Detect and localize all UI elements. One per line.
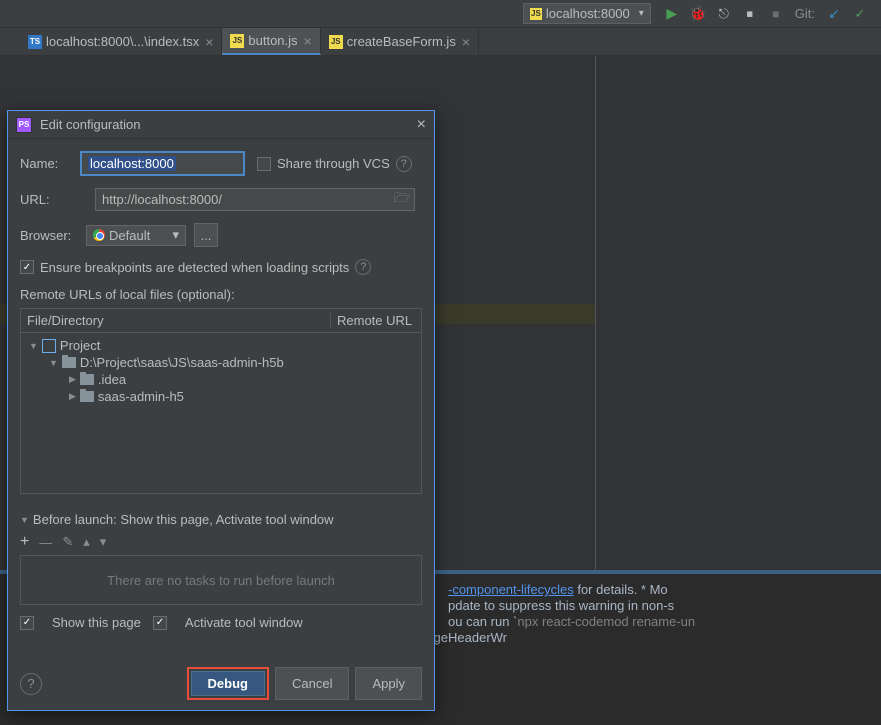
add-task-icon[interactable]: + <box>20 533 29 551</box>
share-label: Share through VCS <box>277 156 390 171</box>
run-icon[interactable]: ▶ <box>661 3 683 25</box>
move-down-icon: ▾ <box>100 534 107 550</box>
chrome-icon <box>93 229 105 241</box>
remove-task-icon: — <box>39 535 52 550</box>
url-input[interactable]: http://localhost:8000/ 🗁 <box>95 188 415 211</box>
tab-label: localhost:8000\...\index.tsx <box>46 34 199 49</box>
browser-select[interactable]: Default <box>86 225 186 246</box>
coverage-icon[interactable]: ⎋ <box>713 3 735 25</box>
show-page-checkbox[interactable]: ✓ <box>20 616 34 630</box>
debug-button[interactable]: Debug <box>191 671 265 696</box>
expand-icon[interactable]: ▼ <box>20 515 29 525</box>
git-label: Git: <box>795 6 815 21</box>
tsx-icon: TS <box>28 35 42 49</box>
stop-icon: ■ <box>765 3 787 25</box>
share-checkbox[interactable] <box>257 157 271 171</box>
browser-label: Browser: <box>20 228 80 243</box>
help-button[interactable]: ? <box>20 673 42 695</box>
expand-icon[interactable]: ▶ <box>69 374 76 385</box>
js-icon: JS <box>329 35 343 49</box>
run-config-selector[interactable]: JS localhost:8000 <box>523 3 651 24</box>
browse-icon[interactable]: 🗁 <box>394 189 410 211</box>
tab-label: button.js <box>248 33 297 48</box>
tab-createbaseform-js[interactable]: JS createBaseForm.js × <box>321 28 479 55</box>
remote-urls-tree: File/Directory Remote URL ▼ Project ▼ D:… <box>20 308 422 494</box>
activate-window-checkbox[interactable]: ✓ <box>153 616 167 630</box>
cancel-button[interactable]: Cancel <box>275 667 349 700</box>
dialog-titlebar[interactable]: PS Edit configuration × <box>8 111 434 139</box>
editor-tabs: TS localhost:8000\...\index.tsx × JS but… <box>0 28 881 56</box>
edit-configuration-dialog: PS Edit configuration × Name: localhost:… <box>7 110 435 711</box>
url-label: URL: <box>20 192 95 207</box>
help-icon[interactable]: ? <box>396 156 412 172</box>
expand-icon[interactable]: ▶ <box>69 391 76 402</box>
tree-row-path[interactable]: ▼ D:\Project\saas\JS\saas-admin-h5b <box>25 354 417 371</box>
close-icon[interactable]: × <box>205 34 213 50</box>
tree-header-file[interactable]: File/Directory <box>21 313 331 328</box>
tab-button-js[interactable]: JS button.js × <box>222 28 320 55</box>
dialog-title-text: Edit configuration <box>40 117 140 132</box>
js-icon: JS <box>530 8 542 20</box>
tree-row-saas[interactable]: ▶ saas-admin-h5 <box>25 388 417 405</box>
close-icon[interactable]: × <box>304 33 312 49</box>
git-commit-icon[interactable]: ✓ <box>849 3 871 25</box>
tab-label: createBaseForm.js <box>347 34 456 49</box>
tab-index-tsx[interactable]: TS localhost:8000\...\index.tsx × <box>20 28 222 55</box>
phpstorm-icon: PS <box>16 117 32 133</box>
help-icon[interactable]: ? <box>355 259 371 275</box>
js-icon: JS <box>230 34 244 48</box>
move-up-icon: ▴ <box>83 534 90 550</box>
before-launch-section[interactable]: ▼ Before launch: Show this page, Activat… <box>20 512 422 527</box>
tree-row-idea[interactable]: ▶ .idea <box>25 371 417 388</box>
console-link[interactable]: -component-lifecycles <box>448 582 574 597</box>
debug-icon[interactable]: 🐞 <box>687 3 709 25</box>
edit-task-icon: ✎ <box>62 534 73 550</box>
tree-row-project[interactable]: ▼ Project <box>25 337 417 354</box>
tree-header-url[interactable]: Remote URL <box>331 313 421 328</box>
close-icon[interactable]: × <box>417 116 426 134</box>
tasks-list: There are no tasks to run before launch <box>20 555 422 605</box>
show-page-label: Show this page <box>52 615 141 630</box>
activate-window-label: Activate tool window <box>185 615 303 630</box>
run-config-label: localhost:8000 <box>546 6 630 21</box>
folder-icon <box>80 374 94 385</box>
project-icon <box>42 339 56 353</box>
ensure-breakpoints-checkbox[interactable]: ✓ <box>20 260 34 274</box>
close-icon[interactable]: × <box>462 34 470 50</box>
profile-icon[interactable]: ⏹ <box>739 3 761 25</box>
browser-options-button[interactable]: ... <box>194 223 218 247</box>
debug-button-highlight: Debug <box>187 667 269 700</box>
main-toolbar: JS localhost:8000 ▶ 🐞 ⎋ ⏹ ■ Git: ↙ ✓ <box>0 0 881 28</box>
git-update-icon[interactable]: ↙ <box>823 3 845 25</box>
name-label: Name: <box>20 156 80 171</box>
expand-icon[interactable]: ▼ <box>29 341 38 351</box>
expand-icon[interactable]: ▼ <box>49 358 58 368</box>
folder-icon <box>80 391 94 402</box>
name-input[interactable]: localhost:8000 <box>80 151 245 176</box>
apply-button[interactable]: Apply <box>355 667 422 700</box>
remote-urls-label: Remote URLs of local files (optional): <box>20 287 422 302</box>
folder-icon <box>62 357 76 368</box>
ensure-breakpoints-label: Ensure breakpoints are detected when loa… <box>40 260 349 275</box>
tree-body[interactable]: ▼ Project ▼ D:\Project\saas\JS\saas-admi… <box>21 333 421 493</box>
